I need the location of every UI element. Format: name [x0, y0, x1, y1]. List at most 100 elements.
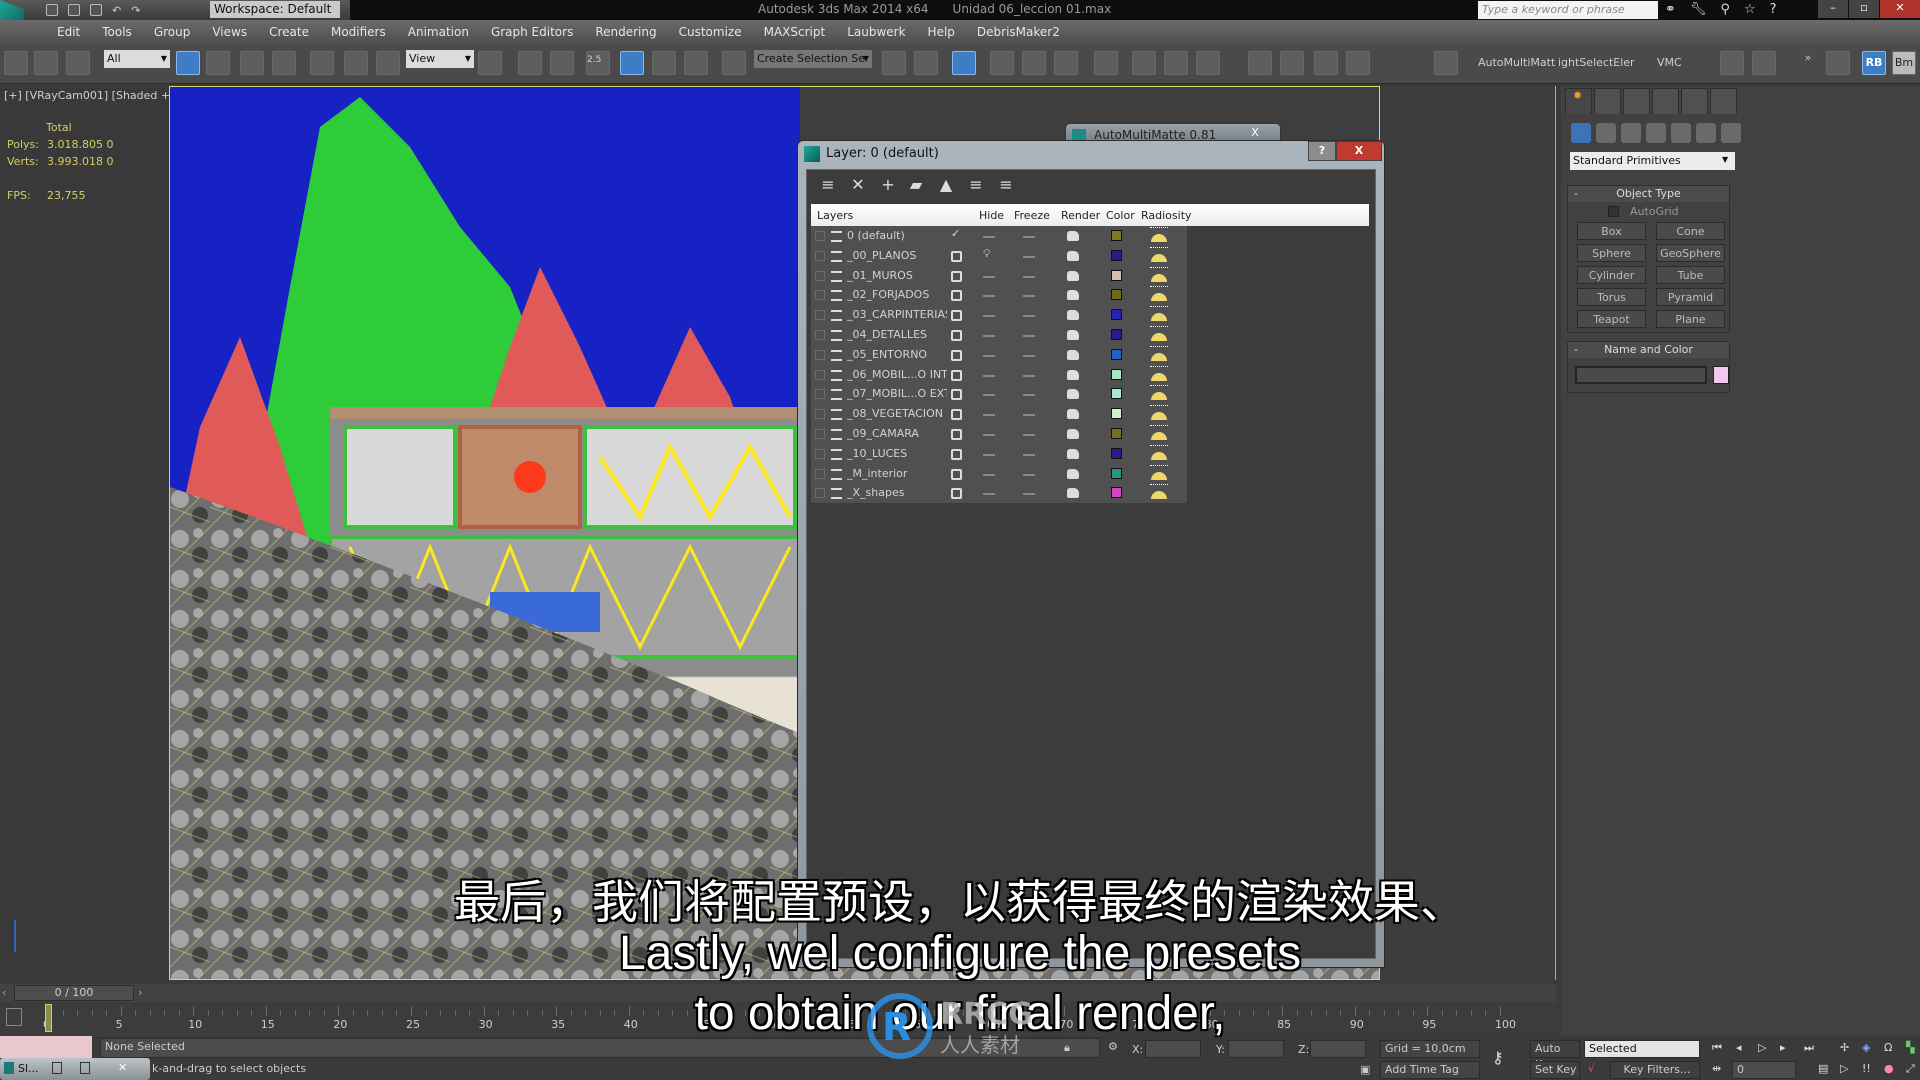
radiosity-icon[interactable] — [1150, 484, 1168, 500]
key-mode-toggle-icon[interactable]: ⇹ — [1712, 1062, 1721, 1075]
geosphere-button[interactable]: GeoSphere — [1656, 244, 1725, 262]
radiosity-icon[interactable] — [1150, 306, 1168, 322]
named-selection-dropdown[interactable]: Create Selection Se — [754, 50, 872, 68]
col-render[interactable]: Render — [1061, 209, 1100, 222]
render-teapot-icon[interactable] — [1067, 330, 1079, 340]
layer-color-swatch[interactable] — [1111, 329, 1122, 340]
freeze-all-icon[interactable]: ≡ — [997, 176, 1015, 194]
render-teapot-icon[interactable] — [1067, 369, 1079, 380]
motion-tab[interactable] — [1652, 88, 1679, 114]
angle-snap-icon[interactable] — [620, 51, 644, 75]
maximize-viewport-icon[interactable]: ⤢ — [1906, 1062, 1915, 1076]
geometry-icon[interactable] — [1571, 123, 1591, 143]
absolute-mode-icon[interactable]: ⚙ — [1108, 1040, 1118, 1053]
systems-icon[interactable] — [1721, 123, 1741, 143]
menu-maxscript[interactable]: MAXScript — [753, 25, 837, 39]
add-time-tag-button[interactable]: Add Time Tag — [1380, 1061, 1480, 1079]
edit-named-selection-icon[interactable] — [722, 51, 746, 75]
zoom-extents-icon[interactable]: ◈ — [1862, 1041, 1870, 1054]
freeze-toggle[interactable] — [1023, 255, 1035, 258]
layer-color-swatch[interactable] — [1111, 368, 1122, 380]
render-teapot-icon[interactable] — [1067, 429, 1079, 439]
freeze-toggle[interactable] — [1023, 453, 1035, 456]
layer-name[interactable]: _02_FORJADOS — [847, 288, 947, 301]
layer-color-swatch[interactable] — [1111, 309, 1122, 321]
layer-row[interactable]: _10_LUCES — [811, 444, 1187, 464]
select-manipulate-icon[interactable] — [518, 51, 542, 75]
hide-toggle[interactable] — [983, 236, 995, 238]
layer-row[interactable]: _08_VEGETACION — [811, 404, 1187, 424]
orbit-icon[interactable]: Ω — [1884, 1041, 1892, 1054]
key-icon[interactable]: ⚷ — [1492, 1048, 1504, 1067]
select-by-name-icon[interactable] — [206, 51, 230, 75]
menu-modifiers[interactable]: Modifiers — [320, 25, 397, 39]
close-dialog-button[interactable]: X — [1336, 141, 1382, 161]
layer-name[interactable]: _04_DETALLES — [847, 328, 947, 341]
menu-customize[interactable]: Customize — [668, 25, 753, 39]
taskbar-close-icon[interactable]: ✕ — [118, 1061, 127, 1074]
current-layer-checkbox[interactable] — [951, 349, 962, 361]
add-to-layer-icon[interactable]: + — [879, 176, 897, 194]
move-icon[interactable] — [310, 51, 334, 75]
freeze-toggle[interactable] — [1023, 374, 1035, 377]
current-layer-checkmark-icon[interactable]: ✓ — [951, 227, 960, 240]
current-frame-input[interactable]: 0 — [1732, 1061, 1796, 1079]
render-production-icon[interactable] — [1196, 51, 1220, 75]
pivot-center-icon[interactable] — [478, 51, 502, 75]
auto-key-button[interactable]: Auto Key — [1530, 1040, 1580, 1071]
select-object-icon[interactable] — [176, 51, 200, 75]
expand-icon[interactable] — [815, 349, 825, 360]
redo-icon[interactable]: ↷ — [131, 4, 140, 17]
render-teapot-icon[interactable] — [1067, 389, 1079, 400]
radiosity-icon[interactable] — [1150, 405, 1168, 421]
layer-color-swatch[interactable] — [1111, 249, 1122, 261]
radiosity-icon[interactable] — [1150, 345, 1168, 361]
freeze-toggle[interactable] — [1023, 236, 1035, 238]
binoculars-icon[interactable]: ⚭ — [1665, 2, 1676, 17]
satellite-icon[interactable]: ⚲ — [1720, 2, 1730, 17]
rectangular-selection-icon[interactable] — [240, 51, 264, 75]
freeze-toggle[interactable] — [1023, 493, 1035, 496]
layer-row[interactable]: _09_CAMARA — [811, 424, 1187, 444]
layer-row[interactable]: _00_PLANOS 💡︎ — [811, 246, 1187, 266]
menu-graph-editors[interactable]: Graph Editors — [480, 25, 584, 39]
radiosity-icon[interactable] — [1150, 365, 1168, 381]
layer-row[interactable]: _04_DETALLES — [811, 325, 1187, 345]
workspace-dropdown[interactable]: Workspace: Default — [210, 1, 340, 18]
help-icon[interactable]: ? — [1770, 2, 1777, 17]
wrench-icon[interactable]: 🔧︎ — [1690, 2, 1707, 17]
menu-group[interactable]: Group — [143, 25, 202, 39]
y-coordinate-input[interactable] — [1228, 1040, 1284, 1058]
radiosity-icon[interactable] — [1150, 326, 1168, 341]
layer-color-swatch[interactable] — [1111, 348, 1122, 360]
set-key-curve-icon[interactable]: √ — [1588, 1062, 1595, 1075]
layer-row[interactable]: _05_ENTORNO — [811, 345, 1187, 365]
layer-name[interactable]: _09_CAMARA — [847, 427, 947, 440]
expand-icon[interactable] — [815, 310, 825, 321]
layer-name[interactable]: _00_PLANOS — [847, 249, 947, 262]
new-file-icon[interactable] — [46, 4, 58, 16]
go-to-end-icon[interactable]: ⏭ — [1804, 1041, 1814, 1055]
material-editor-icon[interactable] — [1094, 51, 1118, 75]
restore-icon[interactable] — [52, 1062, 62, 1074]
pyramid-button[interactable]: Pyramid — [1656, 288, 1725, 306]
layer-color-swatch[interactable] — [1111, 230, 1122, 241]
rb-button[interactable]: RB — [1862, 51, 1886, 75]
render-teapot-icon[interactable] — [1067, 488, 1079, 499]
x-coordinate-input[interactable] — [1145, 1040, 1201, 1058]
cylinder-button[interactable]: Cylinder — [1577, 266, 1646, 284]
time-tag-icon[interactable]: ▣ — [1360, 1063, 1370, 1076]
radiosity-icon[interactable] — [1150, 425, 1168, 440]
current-layer-checkbox[interactable] — [951, 488, 962, 500]
expand-icon[interactable] — [815, 409, 825, 420]
layer-color-swatch[interactable] — [1111, 269, 1122, 281]
render-teapot-icon[interactable] — [1067, 409, 1079, 420]
menu-create[interactable]: Create — [258, 25, 320, 39]
object-type-header[interactable]: Object Type — [1568, 186, 1729, 202]
modify-tab[interactable] — [1594, 88, 1621, 114]
teapot-button[interactable]: Teapot — [1577, 310, 1646, 328]
primitive-category-dropdown[interactable]: Standard Primitives — [1570, 152, 1735, 170]
radiosity-icon[interactable] — [1150, 246, 1168, 262]
sphere-button[interactable]: Sphere — [1577, 244, 1646, 262]
hide-toggle[interactable] — [983, 275, 995, 278]
